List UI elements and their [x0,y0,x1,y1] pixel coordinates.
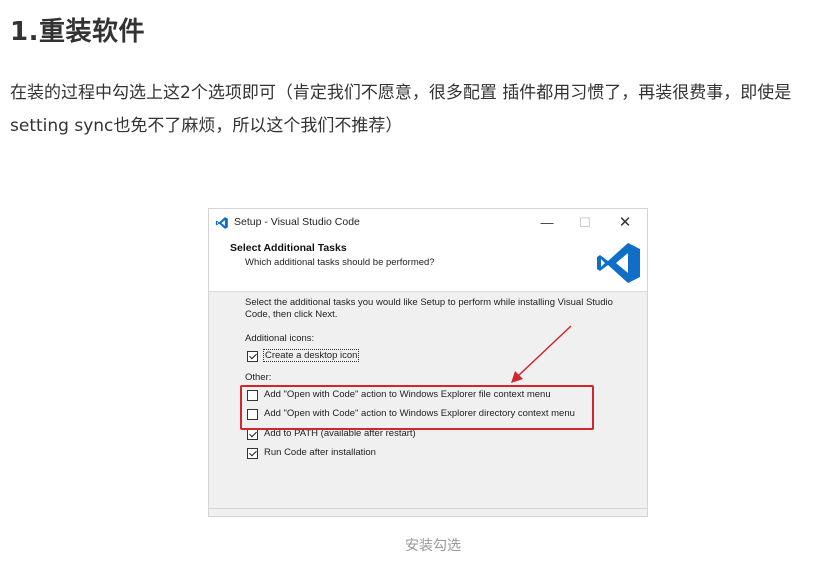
page-heading: 1.重装软件 [10,17,145,47]
image-caption: 安装勾选 [405,538,461,554]
annotation-arrow-icon [511,325,572,383]
wizard-divider [209,508,647,509]
article-paragraph: 在装的过程中勾选上这2个选项即可（肯定我们不愿意，很多配置 插件都用习惯了，再装… [10,83,792,136]
setup-screenshot: Setup - Visual Studio Code — ☐ ✕ Select … [208,208,648,517]
